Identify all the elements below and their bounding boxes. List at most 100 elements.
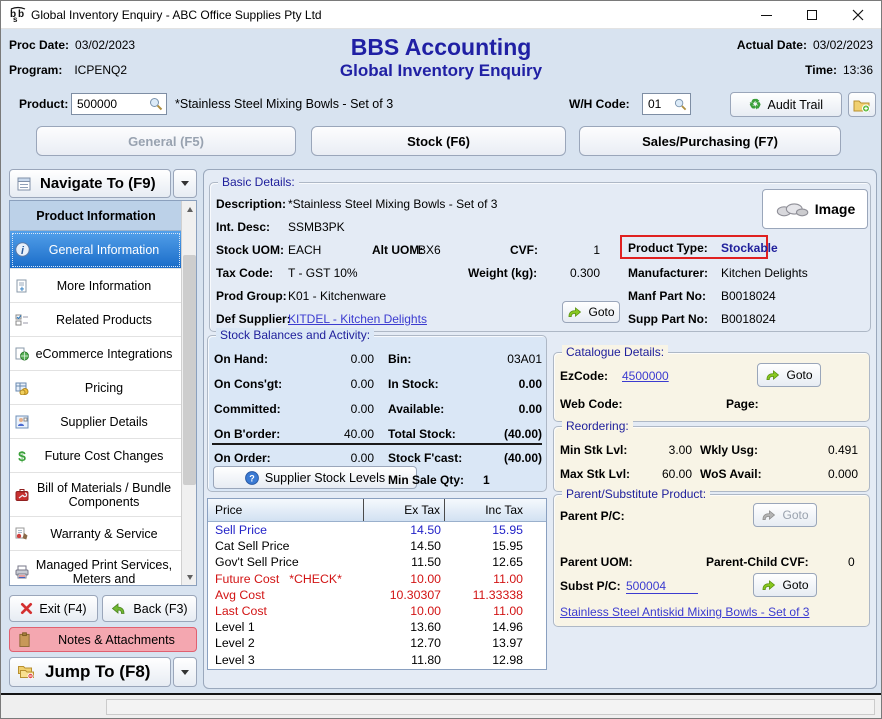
related-products-icon xyxy=(14,312,30,328)
manf-part-value: B0018024 xyxy=(721,289,776,303)
sidebar-item-warranty-service[interactable]: Warranty & Service xyxy=(10,517,182,551)
def-supplier-link[interactable]: KITDEL - Kitchen Delights xyxy=(288,312,427,326)
bsb-logo-icon: b s b xyxy=(9,6,27,23)
product-type-value: Stockable xyxy=(721,241,778,255)
folder-plus-icon xyxy=(853,97,871,113)
sidebar-scrollbar[interactable] xyxy=(181,201,196,585)
notes-attachments-label: Notes & Attachments xyxy=(37,633,196,647)
reordering-section: Reordering: Min Stk Lvl: 3.00 Wkly Usg: … xyxy=(553,426,870,492)
navigate-form-icon xyxy=(16,176,32,192)
bin-value: 03A01 xyxy=(448,352,542,366)
sidebar-menu: Product Information i General Informatio… xyxy=(9,200,197,586)
price-row-govt-sell-price[interactable]: Gov't Sell Price11.5012.65 xyxy=(208,554,546,570)
sidebar-item-ecommerce-integrations[interactable]: eCommerce Integrations xyxy=(10,337,182,371)
basic-details-section: Basic Details: Description: *Stainless S… xyxy=(209,182,871,332)
price-row-level-2[interactable]: Level 212.7013.97 xyxy=(208,635,546,651)
price-row-last-cost[interactable]: Last Cost10.0011.00 xyxy=(208,603,546,619)
jump-folders-icon xyxy=(16,664,35,680)
parent-child-cvf-value: 0 xyxy=(848,555,855,569)
catalogue-legend: Catalogue Details: xyxy=(562,345,668,359)
tab-general[interactable]: General (F5) xyxy=(36,126,296,156)
exit-button[interactable]: Exit (F4) xyxy=(9,595,98,622)
tab-sales-purchasing[interactable]: Sales/Purchasing (F7) xyxy=(579,126,841,156)
jump-to-dropdown[interactable] xyxy=(173,657,197,687)
price-row-future-cost[interactable]: Future Cost*CHECK*10.0011.00 xyxy=(208,571,546,587)
scroll-down-button[interactable] xyxy=(182,569,197,585)
supplier-person-icon xyxy=(14,414,30,430)
maximize-button[interactable] xyxy=(789,1,835,29)
svg-text:+: + xyxy=(20,284,25,293)
stock-uom-value: EACH xyxy=(288,243,321,257)
product-input[interactable]: 500000 xyxy=(71,93,167,115)
tab-stock[interactable]: Stock (F6) xyxy=(311,126,566,156)
exit-x-icon xyxy=(20,602,33,615)
statusbar xyxy=(1,695,881,718)
chevron-down-icon xyxy=(181,181,189,186)
price-row-level-3[interactable]: Level 311.8012.98 xyxy=(208,652,546,668)
int-desc-value: SSMB3PK xyxy=(288,220,345,234)
min-stk-value: 3.00 xyxy=(634,443,692,457)
scroll-up-button[interactable] xyxy=(182,201,197,217)
navigate-to-dropdown[interactable] xyxy=(173,169,197,198)
ezcode-link[interactable]: 4500000 xyxy=(622,369,669,383)
add-folder-button[interactable] xyxy=(848,92,876,117)
product-value: 500000 xyxy=(77,97,117,111)
navigate-to-button[interactable]: Navigate To (F9) xyxy=(9,169,171,198)
sidebar-item-managed-print-services[interactable]: Managed Print Services, Meters and xyxy=(10,551,182,586)
svg-text:?: ? xyxy=(249,473,255,483)
basic-details-legend: Basic Details: xyxy=(218,175,299,189)
minimize-button[interactable] xyxy=(743,1,789,29)
price-row-sell-price[interactable]: Sell Price14.5015.95 xyxy=(208,522,546,538)
goto-substitute-button[interactable]: Goto xyxy=(753,573,817,597)
app-window: b s b Global Inventory Enquiry - ABC Off… xyxy=(0,0,882,719)
supplier-stock-levels-button[interactable]: ? Supplier Stock Levels xyxy=(213,466,417,489)
weight-value: 0.300 xyxy=(550,266,600,280)
sidebar-item-related-products[interactable]: Related Products xyxy=(10,303,182,337)
min-sale-qty-value: 1 xyxy=(483,473,490,487)
divider xyxy=(212,443,542,445)
actual-date: Actual Date:03/02/2023 xyxy=(737,38,873,52)
jump-to-label: Jump To (F8) xyxy=(45,662,150,682)
goto-arrow-disabled-icon xyxy=(761,509,776,522)
dollar-icon: $ xyxy=(14,448,30,464)
on-backorder-value: 40.00 xyxy=(298,427,374,441)
search-icon[interactable] xyxy=(674,98,687,111)
search-icon[interactable] xyxy=(149,97,163,111)
sidebar-group-header: Product Information xyxy=(10,201,182,231)
goto-supplier-button[interactable]: Goto xyxy=(562,301,620,323)
wh-code-input[interactable]: 01 xyxy=(642,93,691,115)
price-row-cat-sell-price[interactable]: Cat Sell Price14.5015.95 xyxy=(208,538,546,554)
goto-parent-button[interactable]: Goto xyxy=(753,503,817,527)
price-row-level-1[interactable]: Level 113.6014.96 xyxy=(208,619,546,635)
reordering-legend: Reordering: xyxy=(562,419,633,433)
notes-attachments-button[interactable]: Notes & Attachments xyxy=(9,627,197,652)
scroll-thumb[interactable] xyxy=(183,255,196,485)
total-stock-value: (40.00) xyxy=(448,427,542,441)
subst-product-link[interactable]: Stainless Steel Antiskid Mixing Bowls - … xyxy=(560,605,809,619)
sidebar-item-supplier-details[interactable]: Supplier Details xyxy=(10,405,182,439)
price-row-avg-cost[interactable]: Avg Cost10.3030711.33338 xyxy=(208,587,546,603)
goto-ezcode-button[interactable]: Goto xyxy=(757,363,821,387)
subst-pc-link[interactable]: 500004 xyxy=(626,579,698,594)
image-button[interactable]: Image xyxy=(762,189,868,229)
back-button[interactable]: Back (F3) xyxy=(102,595,197,622)
jump-to-button[interactable]: Jump To (F8) xyxy=(9,657,171,687)
sidebar-item-more-information[interactable]: + More Information xyxy=(10,269,182,303)
window-title: Global Inventory Enquiry - ABC Office Su… xyxy=(31,8,322,22)
status-panel xyxy=(106,699,875,715)
sidebar-item-general-information[interactable]: i General Information xyxy=(10,231,182,269)
on-hand-value: 0.00 xyxy=(298,352,374,366)
sidebar-item-pricing[interactable]: Pricing xyxy=(10,371,182,405)
audit-trail-button[interactable]: ♻ Audit Trail xyxy=(730,92,842,117)
sidebar-item-bill-of-materials[interactable]: Bill of Materials / Bundle Components xyxy=(10,473,182,517)
chevron-down-icon xyxy=(181,670,189,675)
manufacturer-value: Kitchen Delights xyxy=(721,266,808,280)
sidebar-item-future-cost-changes[interactable]: $ Future Cost Changes xyxy=(10,439,182,473)
clipboard-icon xyxy=(18,632,31,647)
stock-fcast-value: (40.00) xyxy=(448,451,542,465)
committed-value: 0.00 xyxy=(298,402,374,416)
close-button[interactable] xyxy=(835,1,881,29)
product-label: Product: xyxy=(19,97,68,111)
alt-uom-value: BX6 xyxy=(418,243,441,257)
stock-balances-legend: Stock Balances and Activity: xyxy=(216,328,374,342)
